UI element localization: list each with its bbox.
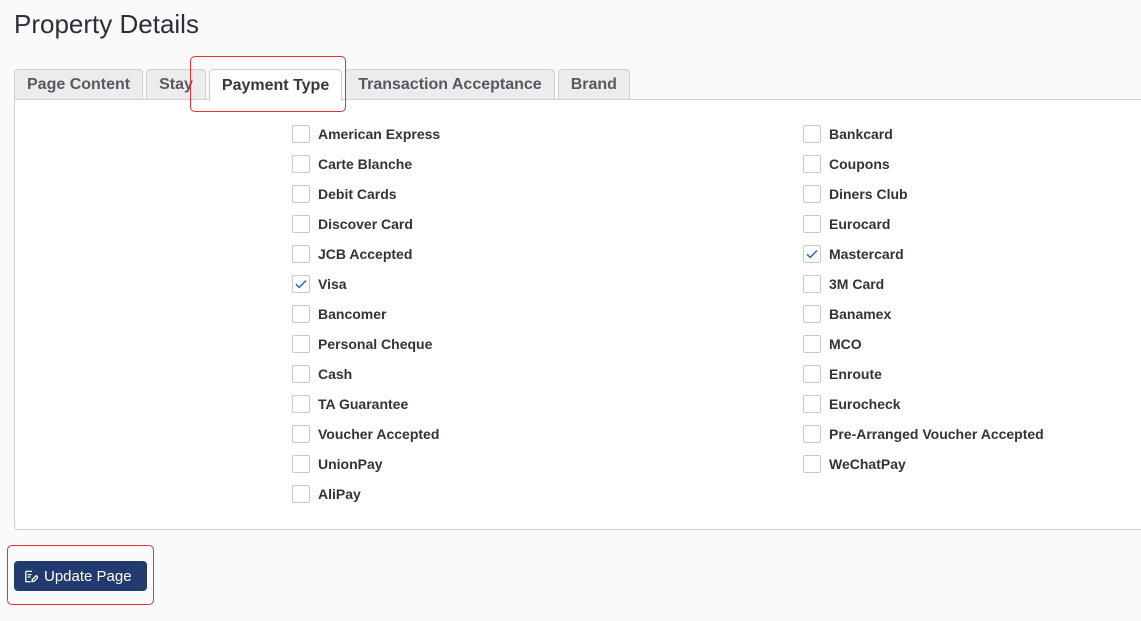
- checkbox[interactable]: [803, 155, 821, 173]
- checkbox[interactable]: [803, 365, 821, 383]
- payment-option[interactable]: American Express: [292, 119, 440, 149]
- payment-option[interactable]: AliPay: [292, 479, 440, 509]
- checkbox[interactable]: [292, 395, 310, 413]
- payment-option[interactable]: Cash: [292, 359, 440, 389]
- edit-icon: [25, 570, 38, 582]
- payment-option[interactable]: Bankcard: [803, 119, 1044, 149]
- tab-bar: Page Content Stay Payment Type Transacti…: [14, 69, 630, 101]
- payment-option-label: TA Guarantee: [318, 396, 409, 412]
- checkbox[interactable]: [292, 335, 310, 353]
- payment-option[interactable]: Eurocard: [803, 209, 1044, 239]
- payment-option-label: Personal Cheque: [318, 336, 433, 352]
- checkbox[interactable]: [292, 275, 310, 293]
- checkbox[interactable]: [803, 245, 821, 263]
- payment-option-label: Eurocard: [829, 216, 891, 232]
- tab-stay[interactable]: Stay: [146, 69, 206, 100]
- payment-option-label: Mastercard: [829, 246, 904, 262]
- payment-option-label: Visa: [318, 276, 347, 292]
- update-page-button[interactable]: Update Page: [14, 561, 147, 591]
- payment-option-label: UnionPay: [318, 456, 383, 472]
- update-page-label: Update Page: [44, 567, 132, 585]
- payment-option-label: Coupons: [829, 156, 890, 172]
- payment-option-label: Discover Card: [318, 216, 413, 232]
- payment-options-left: American Express Carte Blanche Debit Cards…: [292, 119, 440, 509]
- checkbox[interactable]: [292, 365, 310, 383]
- tab-transaction-acceptance[interactable]: Transaction Acceptance: [345, 69, 555, 100]
- payment-option-label: MCO: [829, 336, 862, 352]
- checkbox[interactable]: [803, 455, 821, 473]
- payment-option-label: Bancomer: [318, 306, 387, 322]
- checkmark-icon: [295, 280, 307, 289]
- checkbox[interactable]: [803, 215, 821, 233]
- payment-option[interactable]: Personal Cheque: [292, 329, 440, 359]
- checkbox[interactable]: [803, 425, 821, 443]
- checkbox[interactable]: [803, 395, 821, 413]
- payment-option[interactable]: Diners Club: [803, 179, 1044, 209]
- checkbox[interactable]: [803, 335, 821, 353]
- checkbox[interactable]: [803, 305, 821, 323]
- payment-option-label: Bankcard: [829, 126, 893, 142]
- payment-options-right: Bankcard Coupons Diners Club Eurocard Master…: [803, 119, 1044, 479]
- payment-option[interactable]: Coupons: [803, 149, 1044, 179]
- payment-option-label: Debit Cards: [318, 186, 397, 202]
- checkbox[interactable]: [292, 485, 310, 503]
- checkbox[interactable]: [292, 245, 310, 263]
- payment-option[interactable]: Pre-Arranged Voucher Accepted: [803, 419, 1044, 449]
- payment-option-label: American Express: [318, 126, 441, 142]
- payment-option-label: AliPay: [318, 486, 361, 502]
- payment-option[interactable]: Visa: [292, 269, 440, 299]
- payment-option[interactable]: Voucher Accepted: [292, 419, 440, 449]
- payment-option-label: Eurocheck: [829, 396, 901, 412]
- checkbox[interactable]: [803, 185, 821, 203]
- payment-option[interactable]: Bancomer: [292, 299, 440, 329]
- checkbox[interactable]: [292, 125, 310, 143]
- payment-option[interactable]: 3M Card: [803, 269, 1044, 299]
- checkbox[interactable]: [292, 185, 310, 203]
- payment-option-label: Cash: [318, 366, 353, 382]
- checkbox[interactable]: [292, 305, 310, 323]
- payment-option-label: Diners Club: [829, 186, 908, 202]
- checkbox[interactable]: [803, 125, 821, 143]
- page-title: Property Details: [14, 9, 199, 39]
- payment-option[interactable]: TA Guarantee: [292, 389, 440, 419]
- checkbox[interactable]: [803, 275, 821, 293]
- checkbox[interactable]: [292, 455, 310, 473]
- tab-brand[interactable]: Brand: [557, 69, 630, 100]
- tab-payment-type[interactable]: Payment Type: [208, 69, 343, 101]
- payment-option-label: Enroute: [829, 366, 882, 382]
- payment-option[interactable]: WeChatPay: [803, 449, 1044, 479]
- payment-type-panel: American Express Carte Blanche Debit Cards…: [14, 99, 1141, 530]
- payment-option-label: JCB Accepted: [318, 246, 413, 262]
- payment-option[interactable]: UnionPay: [292, 449, 440, 479]
- payment-option-label: WeChatPay: [829, 456, 906, 472]
- checkbox[interactable]: [292, 425, 310, 443]
- payment-option[interactable]: Mastercard: [803, 239, 1044, 269]
- payment-option-label: Pre-Arranged Voucher Accepted: [829, 426, 1044, 442]
- checkbox[interactable]: [292, 155, 310, 173]
- payment-option-label: 3M Card: [829, 276, 885, 292]
- payment-option-label: Banamex: [829, 306, 892, 322]
- payment-option[interactable]: Banamex: [803, 299, 1044, 329]
- payment-option[interactable]: Debit Cards: [292, 179, 440, 209]
- payment-option[interactable]: JCB Accepted: [292, 239, 440, 269]
- checkmark-icon: [806, 250, 818, 259]
- payment-option[interactable]: MCO: [803, 329, 1044, 359]
- payment-option[interactable]: Eurocheck: [803, 389, 1044, 419]
- tab-page-content[interactable]: Page Content: [14, 69, 144, 100]
- payment-option[interactable]: Carte Blanche: [292, 149, 440, 179]
- checkbox[interactable]: [292, 215, 310, 233]
- payment-option-label: Carte Blanche: [318, 156, 413, 172]
- payment-option[interactable]: Enroute: [803, 359, 1044, 389]
- payment-option[interactable]: Discover Card: [292, 209, 440, 239]
- payment-option-label: Voucher Accepted: [318, 426, 440, 442]
